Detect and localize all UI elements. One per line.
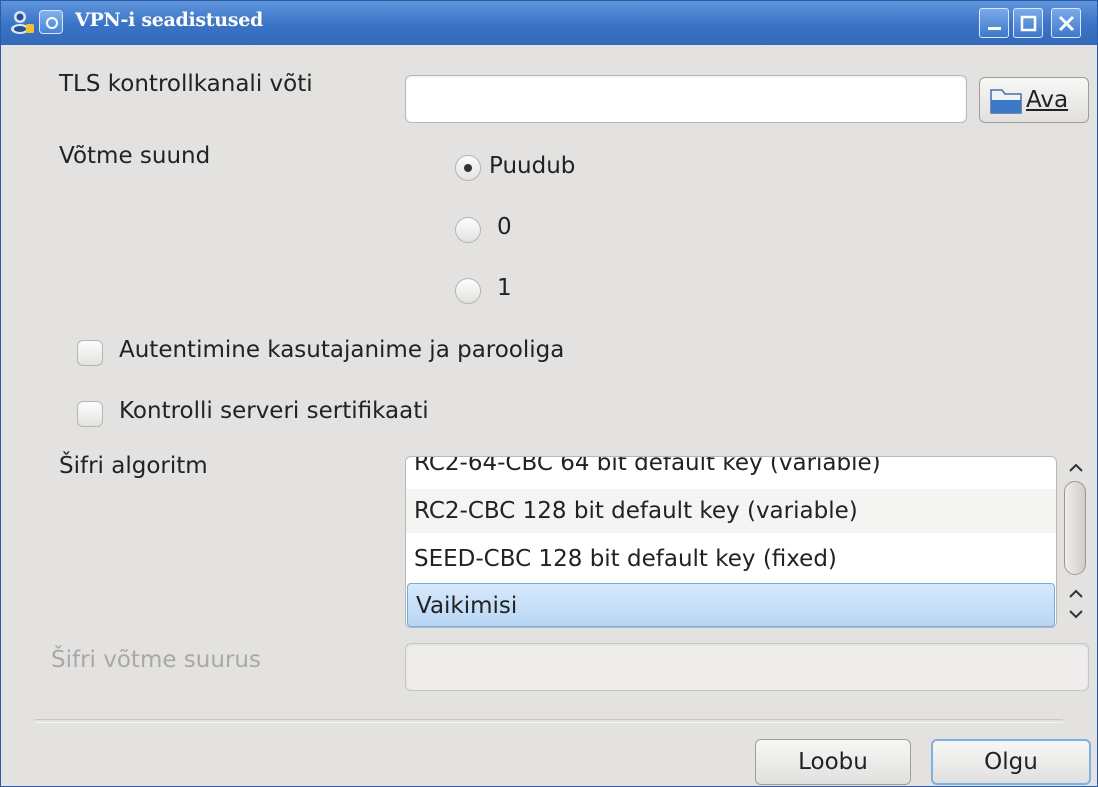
open-file-label: Ava (1026, 87, 1069, 113)
cancel-button[interactable]: Loobu (755, 739, 911, 785)
window-title: VPN-i seadistused (75, 9, 263, 31)
separator (35, 719, 1063, 723)
checkbox-user-password-auth[interactable] (77, 340, 103, 366)
open-file-button[interactable]: Ava (979, 77, 1089, 123)
checkbox-label-user-password-auth: Autentimine kasutajanime ja parooliga (119, 337, 565, 363)
tls-key-input[interactable] (405, 75, 967, 123)
radio-selected-dot (464, 164, 472, 172)
radio-key-direction-0[interactable] (455, 217, 481, 243)
radio-label-none: Puudub (489, 153, 576, 179)
scroll-down-arrow-icon[interactable] (1063, 604, 1089, 628)
cipher-label: Šifri algoritm (59, 453, 208, 479)
checkbox-verify-server-certificate[interactable] (77, 401, 103, 427)
title-bar[interactable]: VPN-i seadistused (1, 1, 1097, 45)
vpn-settings-dialog: VPN-i seadistused TLS kontrollkanali võt… (0, 0, 1098, 787)
cipher-key-size-input (405, 643, 1089, 691)
close-icon (1058, 15, 1075, 32)
maximize-icon (1020, 15, 1037, 32)
cipher-key-size-label: Šifri võtme suurus (51, 647, 261, 673)
close-button[interactable] (1051, 8, 1081, 38)
tls-key-label: TLS kontrollkanali võti (59, 71, 313, 97)
key-direction-label: Võtme suund (59, 143, 211, 169)
list-item[interactable]: RC2-CBC 128 bit default key (variable) (406, 489, 1056, 533)
checkbox-label-verify-server-certificate: Kontrolli serveri sertifikaati (119, 398, 429, 424)
open-file-icon (988, 86, 1024, 122)
radio-key-direction-1[interactable] (455, 278, 481, 304)
scrollbar-track[interactable] (1064, 481, 1086, 575)
maximize-button[interactable] (1013, 8, 1043, 38)
network-app-icon (9, 9, 35, 35)
list-item[interactable]: RC2-64-CBC 64 bit default key (variable) (406, 457, 1056, 485)
minimize-button[interactable] (979, 8, 1009, 38)
scroll-up-arrow-icon[interactable] (1063, 456, 1089, 480)
window-menu-button[interactable] (39, 10, 63, 34)
list-item-selected[interactable]: Vaikimisi (407, 583, 1055, 627)
ok-button[interactable]: Olgu (931, 739, 1091, 785)
list-item[interactable]: SEED-CBC 128 bit default key (fixed) (406, 537, 1056, 581)
radio-label-1: 1 (497, 275, 512, 301)
scrollbar-thumb[interactable] (1064, 481, 1086, 575)
radio-label-0: 0 (497, 214, 512, 240)
radio-key-direction-none[interactable] (455, 155, 481, 181)
cipher-list[interactable]: RC2-64-CBC 64 bit default key (variable)… (405, 456, 1057, 628)
minimize-icon (988, 27, 1001, 30)
